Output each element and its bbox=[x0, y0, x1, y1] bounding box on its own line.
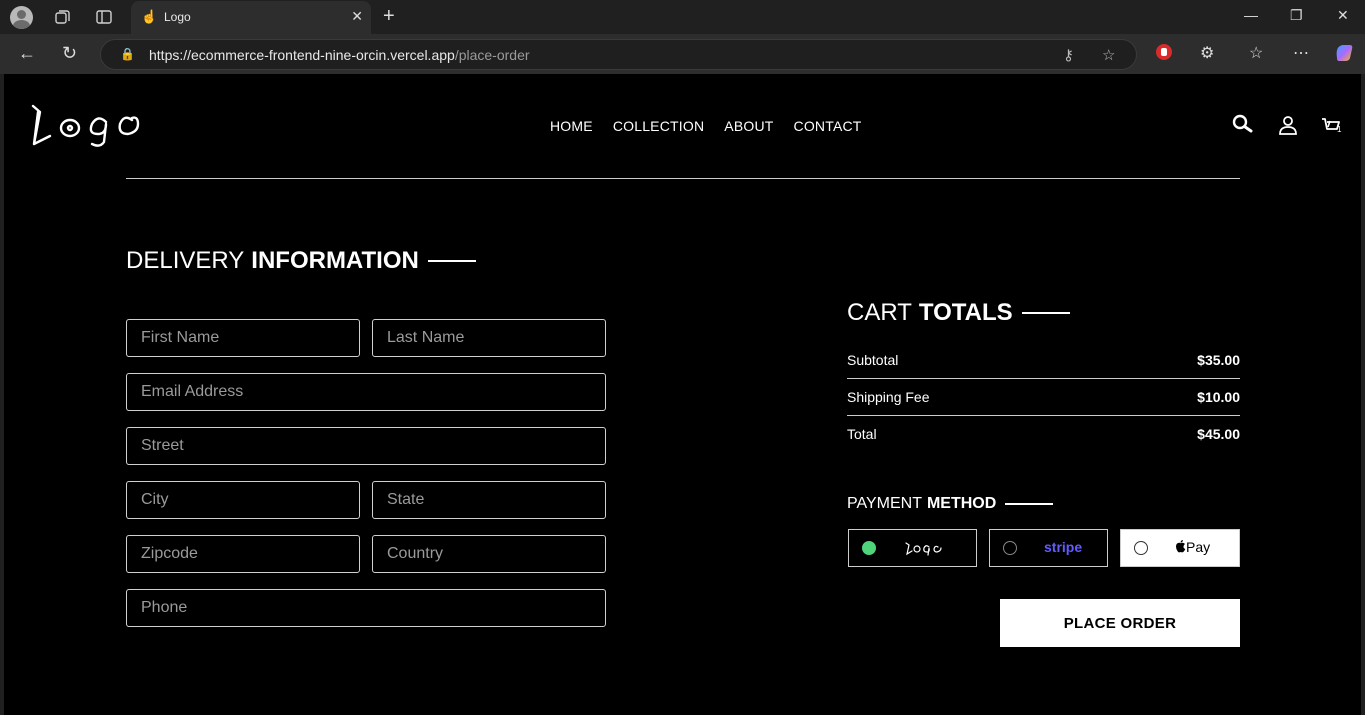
apple-logo-icon bbox=[1176, 540, 1186, 553]
extension-stop-icon[interactable] bbox=[1155, 43, 1173, 66]
applepay-brand: Pay bbox=[1175, 539, 1210, 555]
minimize-icon[interactable]: — bbox=[1244, 7, 1258, 23]
site-logo[interactable] bbox=[28, 100, 152, 150]
header-divider bbox=[126, 178, 1240, 179]
page-content: HOME COLLECTION ABOUT CONTACT 1 DELIVERY… bbox=[4, 74, 1361, 715]
payment-option-logo[interactable] bbox=[848, 529, 977, 567]
key-icon[interactable]: ⚷ bbox=[1063, 46, 1074, 64]
favorite-star-icon[interactable]: ☆ bbox=[1102, 46, 1115, 64]
tab-actions-icon[interactable] bbox=[95, 8, 113, 26]
extensions-puzzle-icon[interactable]: ⚙ bbox=[1200, 43, 1214, 63]
copilot-icon[interactable] bbox=[1333, 42, 1355, 69]
cart-totals-title: CART TOTALS bbox=[847, 299, 1070, 327]
payment-option-stripe[interactable]: stripe bbox=[989, 529, 1108, 567]
title-line bbox=[1005, 503, 1054, 505]
profile-avatar-icon[interactable] bbox=[10, 6, 33, 29]
search-icon[interactable] bbox=[1232, 114, 1254, 136]
first-name-input[interactable] bbox=[126, 319, 360, 357]
logo-brand-icon bbox=[904, 540, 944, 559]
tab-favicon-icon: ☝ bbox=[141, 9, 158, 24]
radio-unselected-icon[interactable] bbox=[1134, 541, 1148, 555]
place-order-button[interactable]: PLACE ORDER bbox=[1000, 599, 1240, 647]
nav-home[interactable]: HOME bbox=[550, 118, 593, 134]
tab-close-icon[interactable]: ✕ bbox=[351, 8, 363, 25]
subtotal-row: Subtotal $35.00 bbox=[847, 347, 1240, 384]
email-input[interactable] bbox=[126, 373, 606, 411]
zipcode-input[interactable] bbox=[126, 535, 360, 573]
refresh-icon[interactable]: ↻ bbox=[62, 43, 77, 63]
title-line bbox=[427, 260, 476, 262]
city-input[interactable] bbox=[126, 481, 360, 519]
shipping-fee-row: Shipping Fee $10.00 bbox=[847, 384, 1240, 421]
url-text: https://ecommerce-frontend-nine-orcin.ve… bbox=[149, 47, 530, 63]
nav-collection[interactable]: COLLECTION bbox=[613, 118, 704, 134]
state-input[interactable] bbox=[372, 481, 606, 519]
address-bar[interactable]: 🔒 https://ecommerce-frontend-nine-orcin.… bbox=[100, 39, 1137, 70]
title-line bbox=[1021, 312, 1070, 314]
browser-toolbar: ← ↻ 🔒 https://ecommerce-frontend-nine-or… bbox=[0, 34, 1365, 74]
payment-option-applepay[interactable]: Pay bbox=[1120, 529, 1240, 567]
lock-icon[interactable]: 🔒 bbox=[120, 47, 135, 61]
collections-icon[interactable] bbox=[53, 8, 71, 26]
active-tab[interactable]: ☝ Logo ✕ bbox=[131, 1, 371, 34]
radio-selected-icon[interactable] bbox=[862, 541, 876, 555]
cart-count-badge: 1 bbox=[1337, 125, 1342, 134]
cart-icon[interactable]: 1 bbox=[1320, 114, 1342, 136]
tab-title: Logo bbox=[164, 10, 191, 24]
stripe-brand-label: stripe bbox=[1044, 539, 1083, 555]
more-menu-icon[interactable]: ⋯ bbox=[1293, 43, 1309, 63]
street-input[interactable] bbox=[126, 427, 606, 465]
restore-icon[interactable]: ❐ bbox=[1290, 7, 1303, 24]
phone-input[interactable] bbox=[126, 589, 606, 627]
nav-about[interactable]: ABOUT bbox=[724, 118, 773, 134]
payment-method-title: PAYMENT METHOD bbox=[847, 495, 1054, 513]
country-input[interactable] bbox=[372, 535, 606, 573]
last-name-input[interactable] bbox=[372, 319, 606, 357]
back-icon[interactable]: ← bbox=[18, 43, 36, 63]
applepay-label: Pay bbox=[1186, 539, 1211, 555]
favorites-list-icon[interactable]: ☆ bbox=[1249, 43, 1263, 63]
delivery-section-title: DELIVERY INFORMATION bbox=[126, 247, 476, 275]
main-navigation: HOME COLLECTION ABOUT CONTACT bbox=[550, 118, 862, 134]
nav-contact[interactable]: CONTACT bbox=[794, 118, 862, 134]
new-tab-icon[interactable]: + bbox=[383, 5, 395, 28]
radio-unselected-icon[interactable] bbox=[1003, 541, 1017, 555]
close-window-icon[interactable]: ✕ bbox=[1337, 7, 1349, 24]
user-account-icon[interactable] bbox=[1277, 114, 1299, 136]
browser-tab-strip: ☝ Logo ✕ + — ❐ ✕ bbox=[0, 0, 1365, 34]
total-row: Total $45.00 bbox=[847, 426, 1240, 442]
